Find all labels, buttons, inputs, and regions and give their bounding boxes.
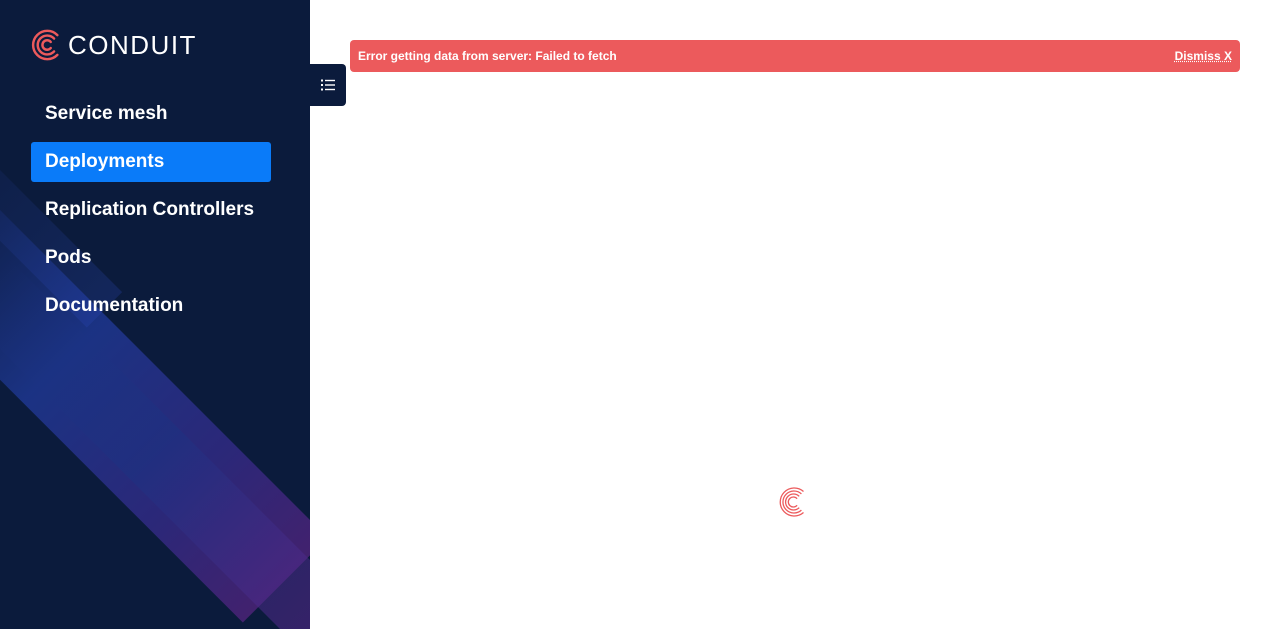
conduit-logo-icon: [31, 29, 59, 61]
sidebar-item-pods[interactable]: Pods: [31, 238, 271, 278]
sidebar-item-label: Service mesh: [45, 103, 168, 124]
sidebar: CONDUIT Service mesh Deployments Replica…: [0, 0, 310, 629]
app: CONDUIT Service mesh Deployments Replica…: [0, 0, 1267, 629]
sidebar-item-label: Pods: [45, 247, 92, 268]
sidebar-item-label: Documentation: [45, 295, 184, 316]
sidebar-item-replication-controllers[interactable]: Replication Controllers: [31, 190, 271, 230]
error-message: Error getting data from server: Failed t…: [358, 49, 617, 63]
list-icon: [321, 79, 335, 91]
sidebar-item-documentation[interactable]: Documentation: [31, 286, 271, 326]
sidebar-nav: Service mesh Deployments Replication Con…: [31, 94, 271, 334]
brand-name: CONDUIT: [68, 29, 197, 60]
sidebar-toggle-button[interactable]: [310, 64, 346, 106]
dismiss-button[interactable]: Dismiss X: [1175, 49, 1232, 63]
sidebar-item-label: Replication Controllers: [45, 199, 255, 220]
sidebar-item-label: Deployments: [45, 151, 165, 172]
sidebar-item-service-mesh[interactable]: Service mesh: [31, 94, 271, 134]
error-banner: Error getting data from server: Failed t…: [350, 40, 1240, 72]
brand-logo[interactable]: CONDUIT: [30, 27, 197, 63]
sidebar-item-deployments[interactable]: Deployments: [31, 142, 271, 182]
conduit-spinner-icon: [779, 487, 804, 517]
